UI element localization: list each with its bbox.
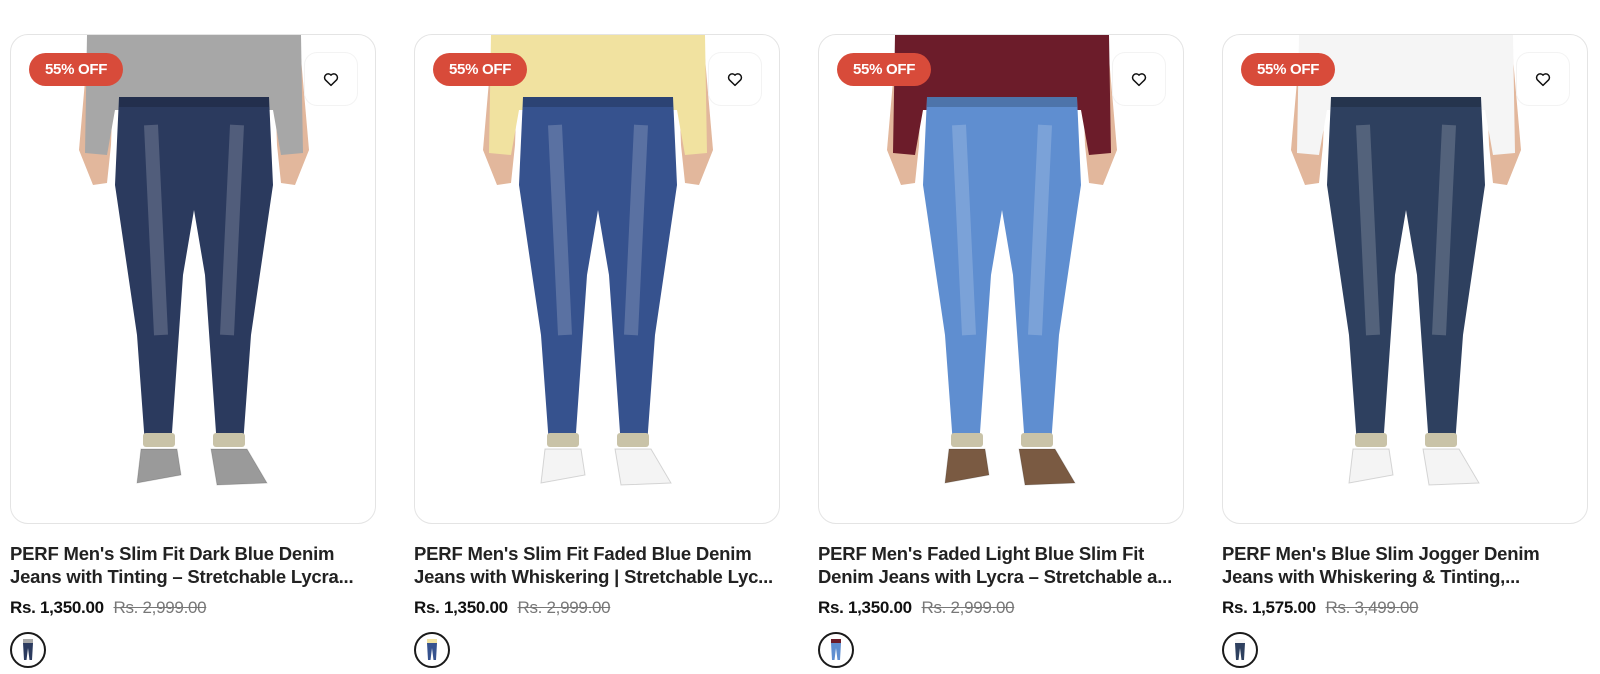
swatch-top — [831, 639, 841, 643]
product-card[interactable]: 55% OFF PERF Men's Slim Fit Dark Blue De… — [10, 34, 376, 668]
heart-icon — [727, 73, 743, 87]
original-price: Rs. 2,999.00 — [517, 598, 611, 617]
jeans-thumbnail-icon — [23, 639, 33, 660]
product-title[interactable]: PERF Men's Blue Slim Jogger Denim Jeans … — [1222, 542, 1584, 588]
right-shoe — [614, 448, 672, 486]
right-cuff — [617, 433, 649, 447]
wishlist-button[interactable] — [305, 53, 357, 105]
product-card[interactable]: 55% OFF PERF Men's Faded Light Blue Slim… — [818, 34, 1184, 668]
product-title-line[interactable]: PERF Men's Blue Slim Jogger Denim — [1222, 542, 1584, 565]
product-title-line[interactable]: Jeans with Whiskering | Stretchable Lyc.… — [414, 565, 776, 588]
product-image[interactable]: 55% OFF — [10, 34, 376, 524]
jeans-thumbnail-icon — [1235, 639, 1245, 660]
sale-price: Rs. 1,575.00 — [1222, 598, 1316, 617]
product-title[interactable]: PERF Men's Slim Fit Faded Blue Denim Jea… — [414, 542, 776, 588]
jeans-body — [1327, 97, 1485, 447]
discount-badge: 55% OFF — [433, 53, 528, 86]
discount-badge: 55% OFF — [1241, 53, 1336, 86]
product-grid: 55% OFF PERF Men's Slim Fit Dark Blue De… — [0, 0, 1600, 674]
product-title[interactable]: PERF Men's Faded Light Blue Slim Fit Den… — [818, 542, 1180, 588]
left-shoe — [1348, 448, 1394, 484]
jeans-body — [923, 97, 1081, 447]
product-title-line[interactable]: Denim Jeans with Lycra – Stretchable a..… — [818, 565, 1180, 588]
left-shoe — [944, 448, 990, 484]
product-photo — [887, 35, 1117, 486]
swatch-jeans — [23, 643, 33, 660]
product-photo — [79, 35, 309, 486]
sale-price: Rs. 1,350.00 — [10, 598, 104, 617]
product-image[interactable]: 55% OFF — [818, 34, 1184, 524]
product-image[interactable]: 55% OFF — [414, 34, 780, 524]
product-title[interactable]: PERF Men's Slim Fit Dark Blue Denim Jean… — [10, 542, 372, 588]
left-cuff — [143, 433, 175, 447]
heart-icon — [1131, 73, 1147, 87]
jeans-waistband — [927, 97, 1077, 107]
original-price: Rs. 2,999.00 — [921, 598, 1015, 617]
right-shoe — [1018, 448, 1076, 486]
product-title-line[interactable]: PERF Men's Slim Fit Dark Blue Denim — [10, 542, 372, 565]
jeans-body — [519, 97, 677, 447]
original-price: Rs. 3,499.00 — [1325, 598, 1419, 617]
original-price: Rs. 2,999.00 — [113, 598, 207, 617]
left-cuff — [951, 433, 983, 447]
wishlist-button[interactable] — [1517, 53, 1569, 105]
swatch-jeans — [427, 643, 437, 660]
right-shoe — [1422, 448, 1480, 486]
product-title-line[interactable]: PERF Men's Slim Fit Faded Blue Denim — [414, 542, 776, 565]
product-card[interactable]: 55% OFF PERF Men's Slim Fit Faded Blue D… — [414, 34, 780, 668]
sale-price: Rs. 1,350.00 — [818, 598, 912, 617]
product-photo — [1291, 35, 1521, 486]
swatch-top — [1235, 639, 1245, 643]
price-row: Rs. 1,575.00 Rs. 3,499.00 — [1222, 597, 1588, 619]
product-card[interactable]: 55% OFF PERF Men's Blue Slim Jogger Deni… — [1222, 34, 1588, 668]
color-swatch[interactable] — [818, 632, 854, 668]
swatch-top — [23, 639, 33, 643]
left-shoe — [136, 448, 182, 484]
product-title-line[interactable]: Jeans with Tinting – Stretchable Lycra..… — [10, 565, 372, 588]
color-swatch[interactable] — [414, 632, 450, 668]
swatch-top — [427, 639, 437, 643]
product-photo — [483, 35, 713, 486]
right-cuff — [1021, 433, 1053, 447]
discount-badge: 55% OFF — [837, 53, 932, 86]
jeans-thumbnail-icon — [427, 639, 437, 660]
product-title-line[interactable]: Jeans with Whiskering & Tinting,... — [1222, 565, 1584, 588]
heart-icon — [323, 73, 339, 87]
price-row: Rs. 1,350.00 Rs. 2,999.00 — [818, 597, 1184, 619]
jeans-thumbnail-icon — [831, 639, 841, 660]
swatch-jeans — [831, 643, 841, 660]
discount-badge: 55% OFF — [29, 53, 124, 86]
color-swatch[interactable] — [10, 632, 46, 668]
heart-icon — [1535, 73, 1551, 87]
jeans-body — [115, 97, 273, 447]
wishlist-button[interactable] — [709, 53, 761, 105]
right-shoe — [210, 448, 268, 486]
product-title-line[interactable]: PERF Men's Faded Light Blue Slim Fit — [818, 542, 1180, 565]
left-cuff — [547, 433, 579, 447]
wishlist-button[interactable] — [1113, 53, 1165, 105]
price-row: Rs. 1,350.00 Rs. 2,999.00 — [10, 597, 376, 619]
left-shoe — [540, 448, 586, 484]
jeans-waistband — [119, 97, 269, 107]
product-image[interactable]: 55% OFF — [1222, 34, 1588, 524]
jeans-waistband — [523, 97, 673, 107]
price-row: Rs. 1,350.00 Rs. 2,999.00 — [414, 597, 780, 619]
right-cuff — [213, 433, 245, 447]
right-cuff — [1425, 433, 1457, 447]
sale-price: Rs. 1,350.00 — [414, 598, 508, 617]
color-swatch[interactable] — [1222, 632, 1258, 668]
jeans-waistband — [1331, 97, 1481, 107]
swatch-jeans — [1235, 643, 1245, 660]
left-cuff — [1355, 433, 1387, 447]
